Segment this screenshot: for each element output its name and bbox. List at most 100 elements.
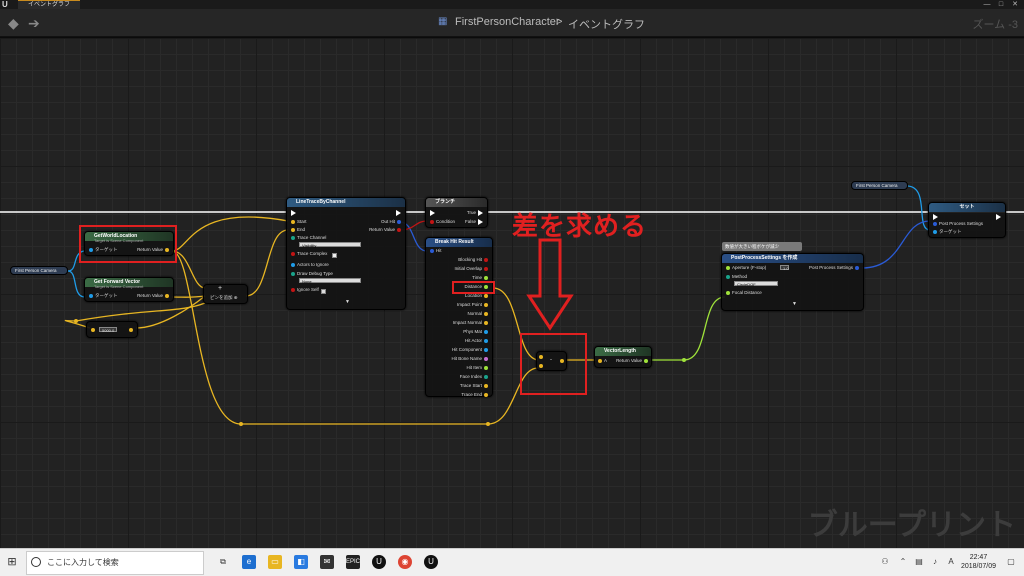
draw-debug-type-pin[interactable]: Draw Debug Type [289,271,333,277]
exec-in-pin[interactable] [289,210,298,216]
trace-channel-pin[interactable]: Trace Channel [289,235,326,241]
aperture-pin[interactable]: Aperture (F-stop) [724,265,766,271]
forward-arrow-icon[interactable]: ➔ [28,15,40,32]
file-explorer-icon[interactable]: ▭ [268,555,282,569]
multiply-value-field[interactable]: 5000.0 [99,327,117,333]
multiply-output-pin[interactable] [127,327,135,333]
end-pin[interactable]: End [289,227,305,233]
target-pin[interactable]: ターゲット [931,229,962,235]
out-hit-pin[interactable]: Out Hit [381,219,403,225]
false-pin[interactable]: False [465,219,485,225]
notification-icon[interactable]: ▢ [1004,555,1018,569]
return-value-pin[interactable]: Return Value [369,227,403,233]
expand-arrow-icon[interactable]: ▼ [792,301,797,307]
ime-icon[interactable]: A [944,555,958,569]
set-post-process-node[interactable]: セット Post Process Settings ターゲット [928,202,1006,238]
minimize-icon[interactable]: — [980,0,994,9]
store-icon[interactable]: ◧ [294,555,308,569]
vector-length-node[interactable]: VectorLength A Return Value [594,346,652,368]
break-hit-output-pin[interactable]: Impact Point [457,302,490,308]
breadcrumb-leaf[interactable]: イベントグラフ [568,16,645,32]
output-pin-label: Hit Bone Name [451,356,482,361]
a-pin[interactable]: A [596,358,607,364]
expand-arrow-icon[interactable]: ▼ [345,299,350,305]
show-hidden-icons[interactable]: ⌃ [896,555,910,569]
break-hit-output-pin[interactable]: Impact Normal [453,320,490,326]
breadcrumb-root[interactable]: FirstPersonCharacter [455,16,560,28]
trace-complex-checkbox[interactable] [332,253,337,258]
method-pin[interactable]: Method [724,274,747,280]
break-hit-output-pin[interactable]: Trace End [461,392,490,398]
annotation-box-world-location [79,225,177,263]
taskbar-clock[interactable]: 22:47 2018/07/09 [961,553,996,571]
first-person-camera-getter-right[interactable]: First Person Camera [851,181,908,190]
network-icon[interactable]: ▤ [912,555,926,569]
get-forward-vector-node[interactable]: Get Forward Vector Target is Scene Compo… [84,277,174,302]
chrome-icon[interactable]: ◉ [398,555,412,569]
comment-bubble[interactable]: 数値が大きい程ボケが減少 [722,242,802,251]
multiply-input-pin[interactable] [89,327,97,333]
line-trace-by-channel-node[interactable]: LineTraceByChannel Start Out Hit End Ret… [286,197,406,310]
volume-icon[interactable]: ♪ [928,555,942,569]
people-icon[interactable]: ⚇ [878,555,892,569]
break-hit-output-pin[interactable]: Phys Mat [463,329,490,335]
true-pin[interactable]: True [467,210,485,216]
exec-out-pin[interactable] [994,214,1003,220]
break-hit-output-pin[interactable]: Face Index [460,374,490,380]
focal-distance-pin[interactable]: Focal Distance [724,290,762,296]
windows-start-icon[interactable]: ⊞ [5,555,19,569]
node-title: Break Hit Result [426,238,492,247]
unreal-engine-icon[interactable]: U [372,555,386,569]
multiply-node[interactable]: 5000.0 [86,321,138,338]
start-pin[interactable]: Start [289,219,307,225]
first-person-camera-getter[interactable]: First Person Camera [10,266,68,275]
break-hit-output-pin[interactable]: Hit Bone Name [451,356,490,362]
epic-games-icon[interactable]: EPIC [346,555,360,569]
make-post-process-settings-node[interactable]: PostProcessSettings を作成 Aperture (F-stop… [721,253,864,311]
ignore-self-checkbox[interactable] [321,289,326,294]
trace-channel-dropdown[interactable]: Visibility [299,242,361,248]
pin-dot [484,329,488,334]
break-hit-output-pin[interactable]: Hit Component [452,347,490,353]
ignore-self-pin[interactable]: Ignore Self [289,287,319,293]
edge-browser-icon[interactable]: e [242,555,256,569]
taskbar-search-input[interactable]: ここに入力して検索 [26,551,204,575]
condition-pin[interactable]: Condition [428,219,455,225]
return-value-pin[interactable]: Return Value [616,358,650,364]
close-icon[interactable]: ✕ [1008,0,1022,9]
unreal-editor-icon[interactable]: U [424,555,438,569]
add-pin-button[interactable]: ピンを追加 ⊕ [210,295,238,301]
draw-debug-type-dropdown[interactable]: None [299,278,361,284]
output-pin-label: Face Index [459,374,482,379]
breadcrumb-separator: > [556,16,563,28]
output-pin-label: Phys Mat [463,329,482,334]
actors-to-ignore-pin[interactable]: Actors to Ignore [289,262,329,268]
add-node[interactable]: + ピンを追加 ⊕ [203,284,248,304]
break-hit-output-pin[interactable]: Normal [467,311,490,317]
return-value-pin[interactable]: Return Value [137,293,171,299]
break-hit-output-pin[interactable]: Hit Item [466,365,490,371]
break-hit-output-pin[interactable]: Blocking Hit [458,257,490,263]
clock-date: 2018/07/09 [960,563,996,570]
hit-pin[interactable]: Hit [428,248,442,254]
back-arrow-icon[interactable]: ◆ [8,15,19,32]
break-hit-output-pin[interactable]: Trace Start [460,383,490,389]
exec-in-pin[interactable] [428,210,437,216]
aperture-value-field[interactable]: 1.0 [780,265,789,271]
break-hit-result-node[interactable]: Break Hit Result Hit Blocking Hit Initial… [425,237,493,397]
tab-event-graph[interactable]: イベントグラフ [18,0,80,9]
target-pin[interactable]: ターゲット [87,293,118,299]
post-process-settings-pin[interactable]: Post Process Settings [931,221,983,227]
exec-in-pin[interactable] [931,214,940,220]
break-hit-output-pin[interactable]: Hit Actor [465,338,490,344]
mail-icon[interactable]: ✉ [320,555,334,569]
exec-out-pin[interactable] [394,210,403,216]
maximize-icon[interactable]: □ [994,0,1008,9]
branch-node[interactable]: ブランチ True Condition False [425,197,488,228]
task-view-icon[interactable]: ⧉ [216,555,230,569]
trace-complex-pin[interactable]: Trace Complex [289,251,327,257]
graph-canvas[interactable]: First Person Camera GetWorldLocation Tar… [0,38,1024,548]
method-dropdown[interactable]: CircleDOF [734,281,778,287]
break-hit-output-pin[interactable]: Initial Overlap [454,266,490,272]
post-process-settings-out-pin[interactable]: Post Process Settings [809,265,861,271]
